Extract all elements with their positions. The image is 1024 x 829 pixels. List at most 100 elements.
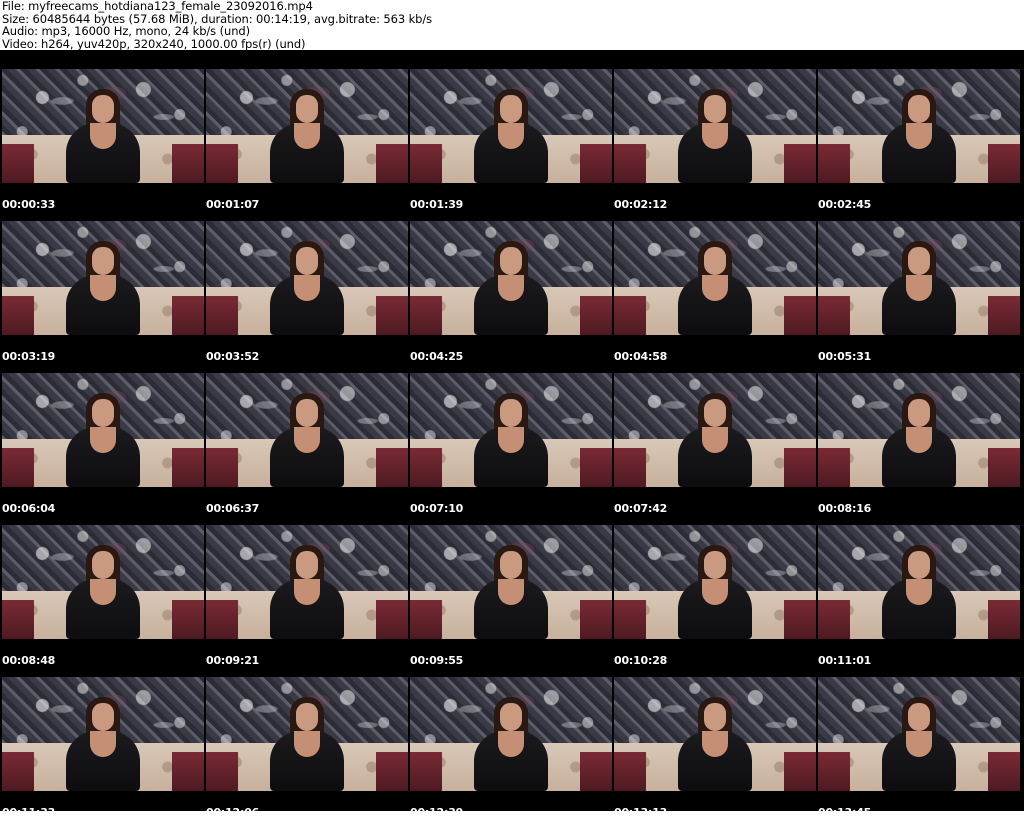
video-frame-thumbnail xyxy=(818,677,1020,791)
sofa-armrest xyxy=(171,448,204,487)
file-name-line: File: myfreecams_hotdiana123_female_2309… xyxy=(2,0,313,13)
sofa-armrest xyxy=(410,448,443,487)
sofa-armrest xyxy=(818,144,851,183)
thumbnail-cell: 00:07:42 xyxy=(614,373,818,525)
contact-sheet: 00:00:33 00:01:07 00:01:39 00:02:12 00:02:45… xyxy=(0,50,1024,819)
timestamp-label: 00:13:45 xyxy=(818,806,872,819)
sofa-armrest xyxy=(171,600,204,639)
thumbnail-cell: 00:03:19 xyxy=(2,221,206,373)
person-figure xyxy=(468,387,554,487)
thumbnail-cell: 00:02:12 xyxy=(614,69,818,221)
video-frame-thumbnail xyxy=(818,373,1020,487)
person-figure xyxy=(468,235,554,335)
person-chest xyxy=(906,123,932,149)
sofa-armrest xyxy=(375,752,408,791)
sofa-armrest xyxy=(614,296,647,335)
person-face xyxy=(92,399,114,427)
person-chest xyxy=(294,579,320,605)
person-figure xyxy=(60,235,146,335)
timestamp-label: 00:11:01 xyxy=(818,654,872,667)
sofa-armrest xyxy=(818,600,851,639)
audio-info-line: Audio: mp3, 16000 Hz, mono, 24 kb/s (und… xyxy=(2,24,250,38)
video-frame-thumbnail xyxy=(614,677,816,791)
video-frame-thumbnail xyxy=(2,677,204,791)
thumbnail-cell: 00:09:55 xyxy=(410,525,614,677)
sofa-armrest xyxy=(783,144,816,183)
person-chest xyxy=(294,123,320,149)
timestamp-label: 00:12:39 xyxy=(410,806,464,819)
timestamp-label: 00:07:10 xyxy=(410,502,464,515)
sofa-armrest xyxy=(410,752,443,791)
timestamp-label: 00:08:48 xyxy=(2,654,56,667)
timestamp-label: 00:01:07 xyxy=(206,198,260,211)
person-chest xyxy=(294,427,320,453)
thumbnail-cell: 00:08:16 xyxy=(818,373,1022,525)
person-figure xyxy=(672,83,758,183)
person-face xyxy=(908,399,930,427)
video-frame-thumbnail xyxy=(2,525,204,639)
person-face xyxy=(92,95,114,123)
person-chest xyxy=(906,427,932,453)
sofa-armrest xyxy=(818,752,851,791)
sofa-armrest xyxy=(171,296,204,335)
person-chest xyxy=(498,275,524,301)
thumbnail-cell: 00:04:25 xyxy=(410,221,614,373)
person-chest xyxy=(702,427,728,453)
sofa-armrest xyxy=(375,448,408,487)
timestamp-label: 00:02:45 xyxy=(818,198,872,211)
person-face xyxy=(500,703,522,731)
person-figure xyxy=(876,387,962,487)
person-chest xyxy=(90,731,116,757)
timestamp-label: 00:03:19 xyxy=(2,350,56,363)
video-frame-thumbnail xyxy=(410,677,612,791)
timestamp-label: 00:00:33 xyxy=(2,198,56,211)
timestamp-label: 00:09:21 xyxy=(206,654,260,667)
video-frame-thumbnail xyxy=(614,221,816,335)
sofa-armrest xyxy=(206,144,239,183)
person-face xyxy=(704,399,726,427)
person-figure xyxy=(264,387,350,487)
person-figure xyxy=(60,539,146,639)
thumbnail-grid: 00:00:33 00:01:07 00:01:39 00:02:12 00:02:45… xyxy=(2,69,1022,829)
video-frame-thumbnail xyxy=(410,69,612,183)
timestamp-label: 00:12:06 xyxy=(206,806,260,819)
sofa-armrest xyxy=(171,144,204,183)
person-chest xyxy=(90,579,116,605)
video-frame-thumbnail xyxy=(206,525,408,639)
thumbnail-cell: 00:02:45 xyxy=(818,69,1022,221)
person-chest xyxy=(702,579,728,605)
person-figure xyxy=(876,83,962,183)
sofa-armrest xyxy=(614,752,647,791)
sofa-armrest xyxy=(614,448,647,487)
person-face xyxy=(500,95,522,123)
video-frame-thumbnail xyxy=(206,373,408,487)
timestamp-label: 00:01:39 xyxy=(410,198,464,211)
person-face xyxy=(296,247,318,275)
sofa-armrest xyxy=(2,752,35,791)
sofa-armrest xyxy=(206,600,239,639)
sofa-armrest xyxy=(783,600,816,639)
person-face xyxy=(92,703,114,731)
video-frame-thumbnail xyxy=(614,69,816,183)
sofa-armrest xyxy=(171,752,204,791)
person-face xyxy=(296,703,318,731)
timestamp-label: 00:13:13 xyxy=(614,806,668,819)
sofa-armrest xyxy=(987,752,1020,791)
video-frame-thumbnail xyxy=(206,677,408,791)
thumbnail-cell: 00:12:39 xyxy=(410,677,614,829)
person-face xyxy=(296,95,318,123)
sofa-armrest xyxy=(783,296,816,335)
person-figure xyxy=(672,235,758,335)
person-chest xyxy=(906,579,932,605)
timestamp-label: 00:05:31 xyxy=(818,350,872,363)
person-figure xyxy=(468,539,554,639)
video-frame-thumbnail xyxy=(410,525,612,639)
person-chest xyxy=(702,123,728,149)
thumbnail-cell: 00:12:06 xyxy=(206,677,410,829)
person-chest xyxy=(294,275,320,301)
thumbnail-cell: 00:10:28 xyxy=(614,525,818,677)
sofa-armrest xyxy=(783,752,816,791)
thumbnail-cell: 00:13:13 xyxy=(614,677,818,829)
person-figure xyxy=(60,83,146,183)
sofa-armrest xyxy=(375,144,408,183)
